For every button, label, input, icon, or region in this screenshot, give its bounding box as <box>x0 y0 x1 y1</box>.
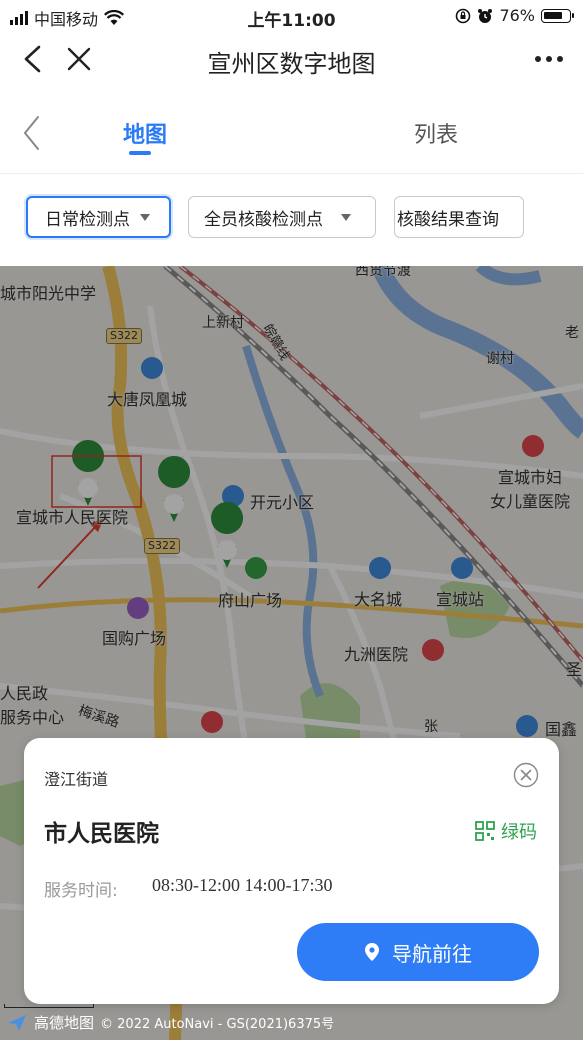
map-brand: 高德地图 <box>34 1014 95 1032</box>
close-icon[interactable] <box>64 42 94 76</box>
close-circle-icon[interactable] <box>513 762 539 788</box>
orientation-lock-icon <box>456 8 471 23</box>
location-card: 澄江街道 市人民医院 绿码 服务时间: 08:30-12:00 14:00-17… <box>24 738 559 1004</box>
map-attribution: 高德地图 © 2022 AutoNavi - GS(2021)6375号 <box>6 1012 334 1033</box>
filter-daily-test-points[interactable]: 日常检测点 <box>26 196 171 238</box>
amap-logo-icon <box>8 1014 26 1031</box>
street-name: 澄江街道 <box>44 770 109 789</box>
filter-daily-label: 日常检测点 <box>45 209 130 230</box>
navigate-button[interactable]: 导航前往 <box>297 923 539 981</box>
filter-all-staff-test-points[interactable]: 全员核酸检测点 <box>188 196 376 238</box>
nav-bar: 宣州区数字地图 <box>0 30 583 88</box>
more-icon[interactable] <box>529 42 569 76</box>
location-pin-icon <box>365 943 379 961</box>
status-right: 76% <box>455 6 574 25</box>
result-query-button[interactable]: 核酸结果查询 <box>394 196 524 238</box>
location-name: 市人民医院 <box>44 821 159 847</box>
map-scale-bar <box>4 1004 94 1008</box>
view-tabs: 地图 列表 <box>0 95 583 174</box>
green-code-badge[interactable]: 绿码 <box>475 818 537 844</box>
battery-percent: 76% <box>499 6 535 25</box>
green-code-label: 绿码 <box>501 822 537 843</box>
alarm-icon <box>478 8 493 23</box>
back-arrow-icon[interactable] <box>18 42 48 76</box>
chevron-left-icon[interactable] <box>16 113 46 153</box>
qr-code-icon <box>475 821 495 841</box>
service-hours-label: 服务时间: <box>44 881 118 901</box>
caret-down-icon <box>341 213 351 221</box>
tab-map[interactable]: 地图 <box>105 117 185 149</box>
navigate-label: 导航前往 <box>392 941 472 966</box>
map-copyright: © 2022 AutoNavi - GS(2021)6375号 <box>100 1017 335 1032</box>
status-bar: 中国移动 上午11:00 76% <box>0 0 583 31</box>
result-query-label: 核酸结果查询 <box>397 209 499 230</box>
service-hours-value: 08:30-12:00 14:00-17:30 <box>152 875 333 895</box>
tab-list[interactable]: 列表 <box>396 117 476 149</box>
tab-active-indicator <box>129 151 151 155</box>
battery-icon <box>541 8 574 23</box>
filter-all-label: 全员核酸检测点 <box>204 209 323 230</box>
caret-down-icon <box>140 213 150 221</box>
